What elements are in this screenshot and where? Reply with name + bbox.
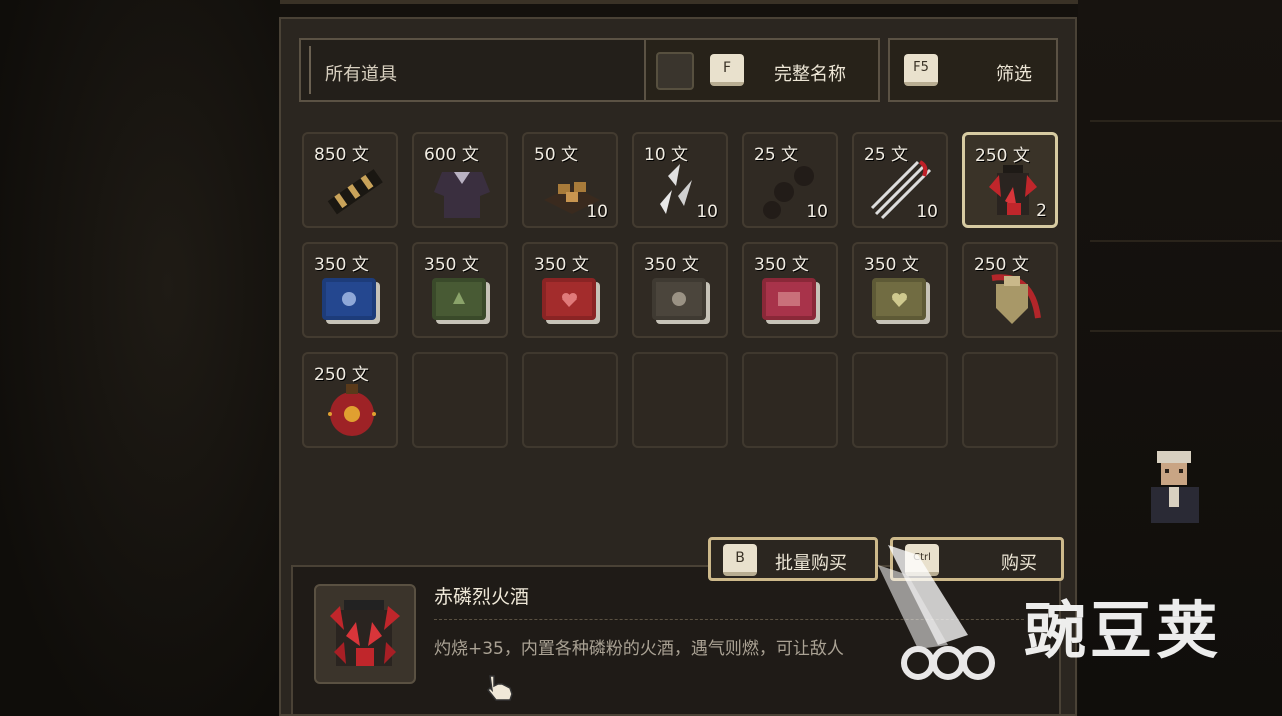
empty-slot	[742, 352, 838, 448]
empty-slot	[632, 352, 728, 448]
filter-button[interactable]: F5 筛选	[888, 38, 1058, 102]
empty-slot	[522, 352, 618, 448]
item-quantity: 10	[586, 202, 608, 222]
item-slot[interactable]: 350 文	[302, 242, 398, 338]
item-description: 灼烧+35，内置各种磷粉的火酒，遇气则燃，可让敌人	[434, 639, 844, 659]
wandoujia-logo-icon	[878, 545, 995, 680]
item-slot[interactable]: 25 文 10	[852, 132, 948, 228]
item-slot[interactable]: 50 文 10	[522, 132, 618, 228]
hand-cursor-icon	[486, 675, 513, 701]
item-slot[interactable]: 600 文	[412, 132, 508, 228]
item-price: 350 文	[424, 255, 479, 275]
item-price: 350 文	[864, 255, 919, 275]
item-price: 350 文	[754, 255, 809, 275]
item-price: 50 文	[534, 145, 579, 165]
item-price: 250 文	[314, 365, 369, 385]
watermark-text: 豌豆荚	[1024, 594, 1223, 667]
shelf	[1090, 330, 1282, 332]
gray-skull-manual-icon	[652, 278, 710, 324]
item-price: 25 文	[864, 145, 909, 165]
shield-amulet-icon	[991, 274, 1041, 324]
item-quantity: 10	[916, 202, 938, 222]
full-name-checkbox[interactable]	[656, 52, 694, 90]
black-club-icon	[327, 169, 383, 215]
npc-shopkeeper-icon	[1151, 451, 1199, 523]
full-name-toggle[interactable]: F 完整名称	[644, 38, 880, 102]
key-f5-icon: F5	[904, 54, 938, 86]
item-price: 600 文	[424, 145, 479, 165]
item-price: 10 文	[644, 145, 689, 165]
item-quantity: 10	[806, 202, 828, 222]
item-slot[interactable]: 250 文	[962, 242, 1058, 338]
red-bomb-icon	[328, 384, 376, 436]
item-slot[interactable]: 250 文	[302, 352, 398, 448]
item-slot[interactable]: 850 文	[302, 132, 398, 228]
key-f-icon: F	[710, 54, 744, 86]
fire-wine-jar-icon	[330, 600, 400, 666]
item-slot[interactable]: 10 文 10	[632, 132, 728, 228]
blue-skull-manual-icon	[322, 278, 380, 324]
detail-item-image	[314, 584, 416, 684]
key-b-icon: B	[723, 544, 757, 576]
shelf	[1090, 240, 1282, 242]
shelf	[1090, 120, 1282, 122]
item-slot[interactable]: 350 文	[522, 242, 618, 338]
item-slot[interactable]: 250 文 2	[962, 132, 1058, 228]
full-name-label: 完整名称	[774, 64, 846, 85]
item-name: 赤磷烈火酒	[434, 586, 530, 608]
crimson-manual-icon	[762, 278, 820, 324]
item-slot[interactable]: 350 文	[632, 242, 728, 338]
item-price: 850 文	[314, 145, 369, 165]
green-manual-icon	[432, 278, 490, 324]
item-price: 250 文	[974, 255, 1029, 275]
filter-label: 筛选	[996, 64, 1032, 85]
item-quantity: 2	[1036, 201, 1047, 221]
item-price: 350 文	[534, 255, 589, 275]
scene-background-left	[0, 0, 280, 716]
empty-slot	[962, 352, 1058, 448]
category-selector[interactable]: 所有道具	[299, 38, 649, 102]
item-slot[interactable]: 350 文	[412, 242, 508, 338]
item-quantity: 10	[696, 202, 718, 222]
khaki-heart-manual-icon	[872, 278, 930, 324]
bulk-buy-label: 批量购买	[775, 553, 847, 574]
item-slot[interactable]: 25 文 10	[742, 132, 838, 228]
empty-slot	[852, 352, 948, 448]
item-slot[interactable]: 350 文	[742, 242, 838, 338]
category-label: 所有道具	[325, 64, 397, 85]
dark-armor-icon	[434, 172, 490, 218]
red-heart-manual-icon	[542, 278, 600, 324]
item-price: 250 文	[975, 146, 1030, 166]
item-slot[interactable]: 350 文	[852, 242, 948, 338]
bulk-buy-button[interactable]: B 批量购买	[708, 537, 878, 581]
item-price: 350 文	[314, 255, 369, 275]
empty-slot	[412, 352, 508, 448]
item-price: 25 文	[754, 145, 799, 165]
item-price: 350 文	[644, 255, 699, 275]
